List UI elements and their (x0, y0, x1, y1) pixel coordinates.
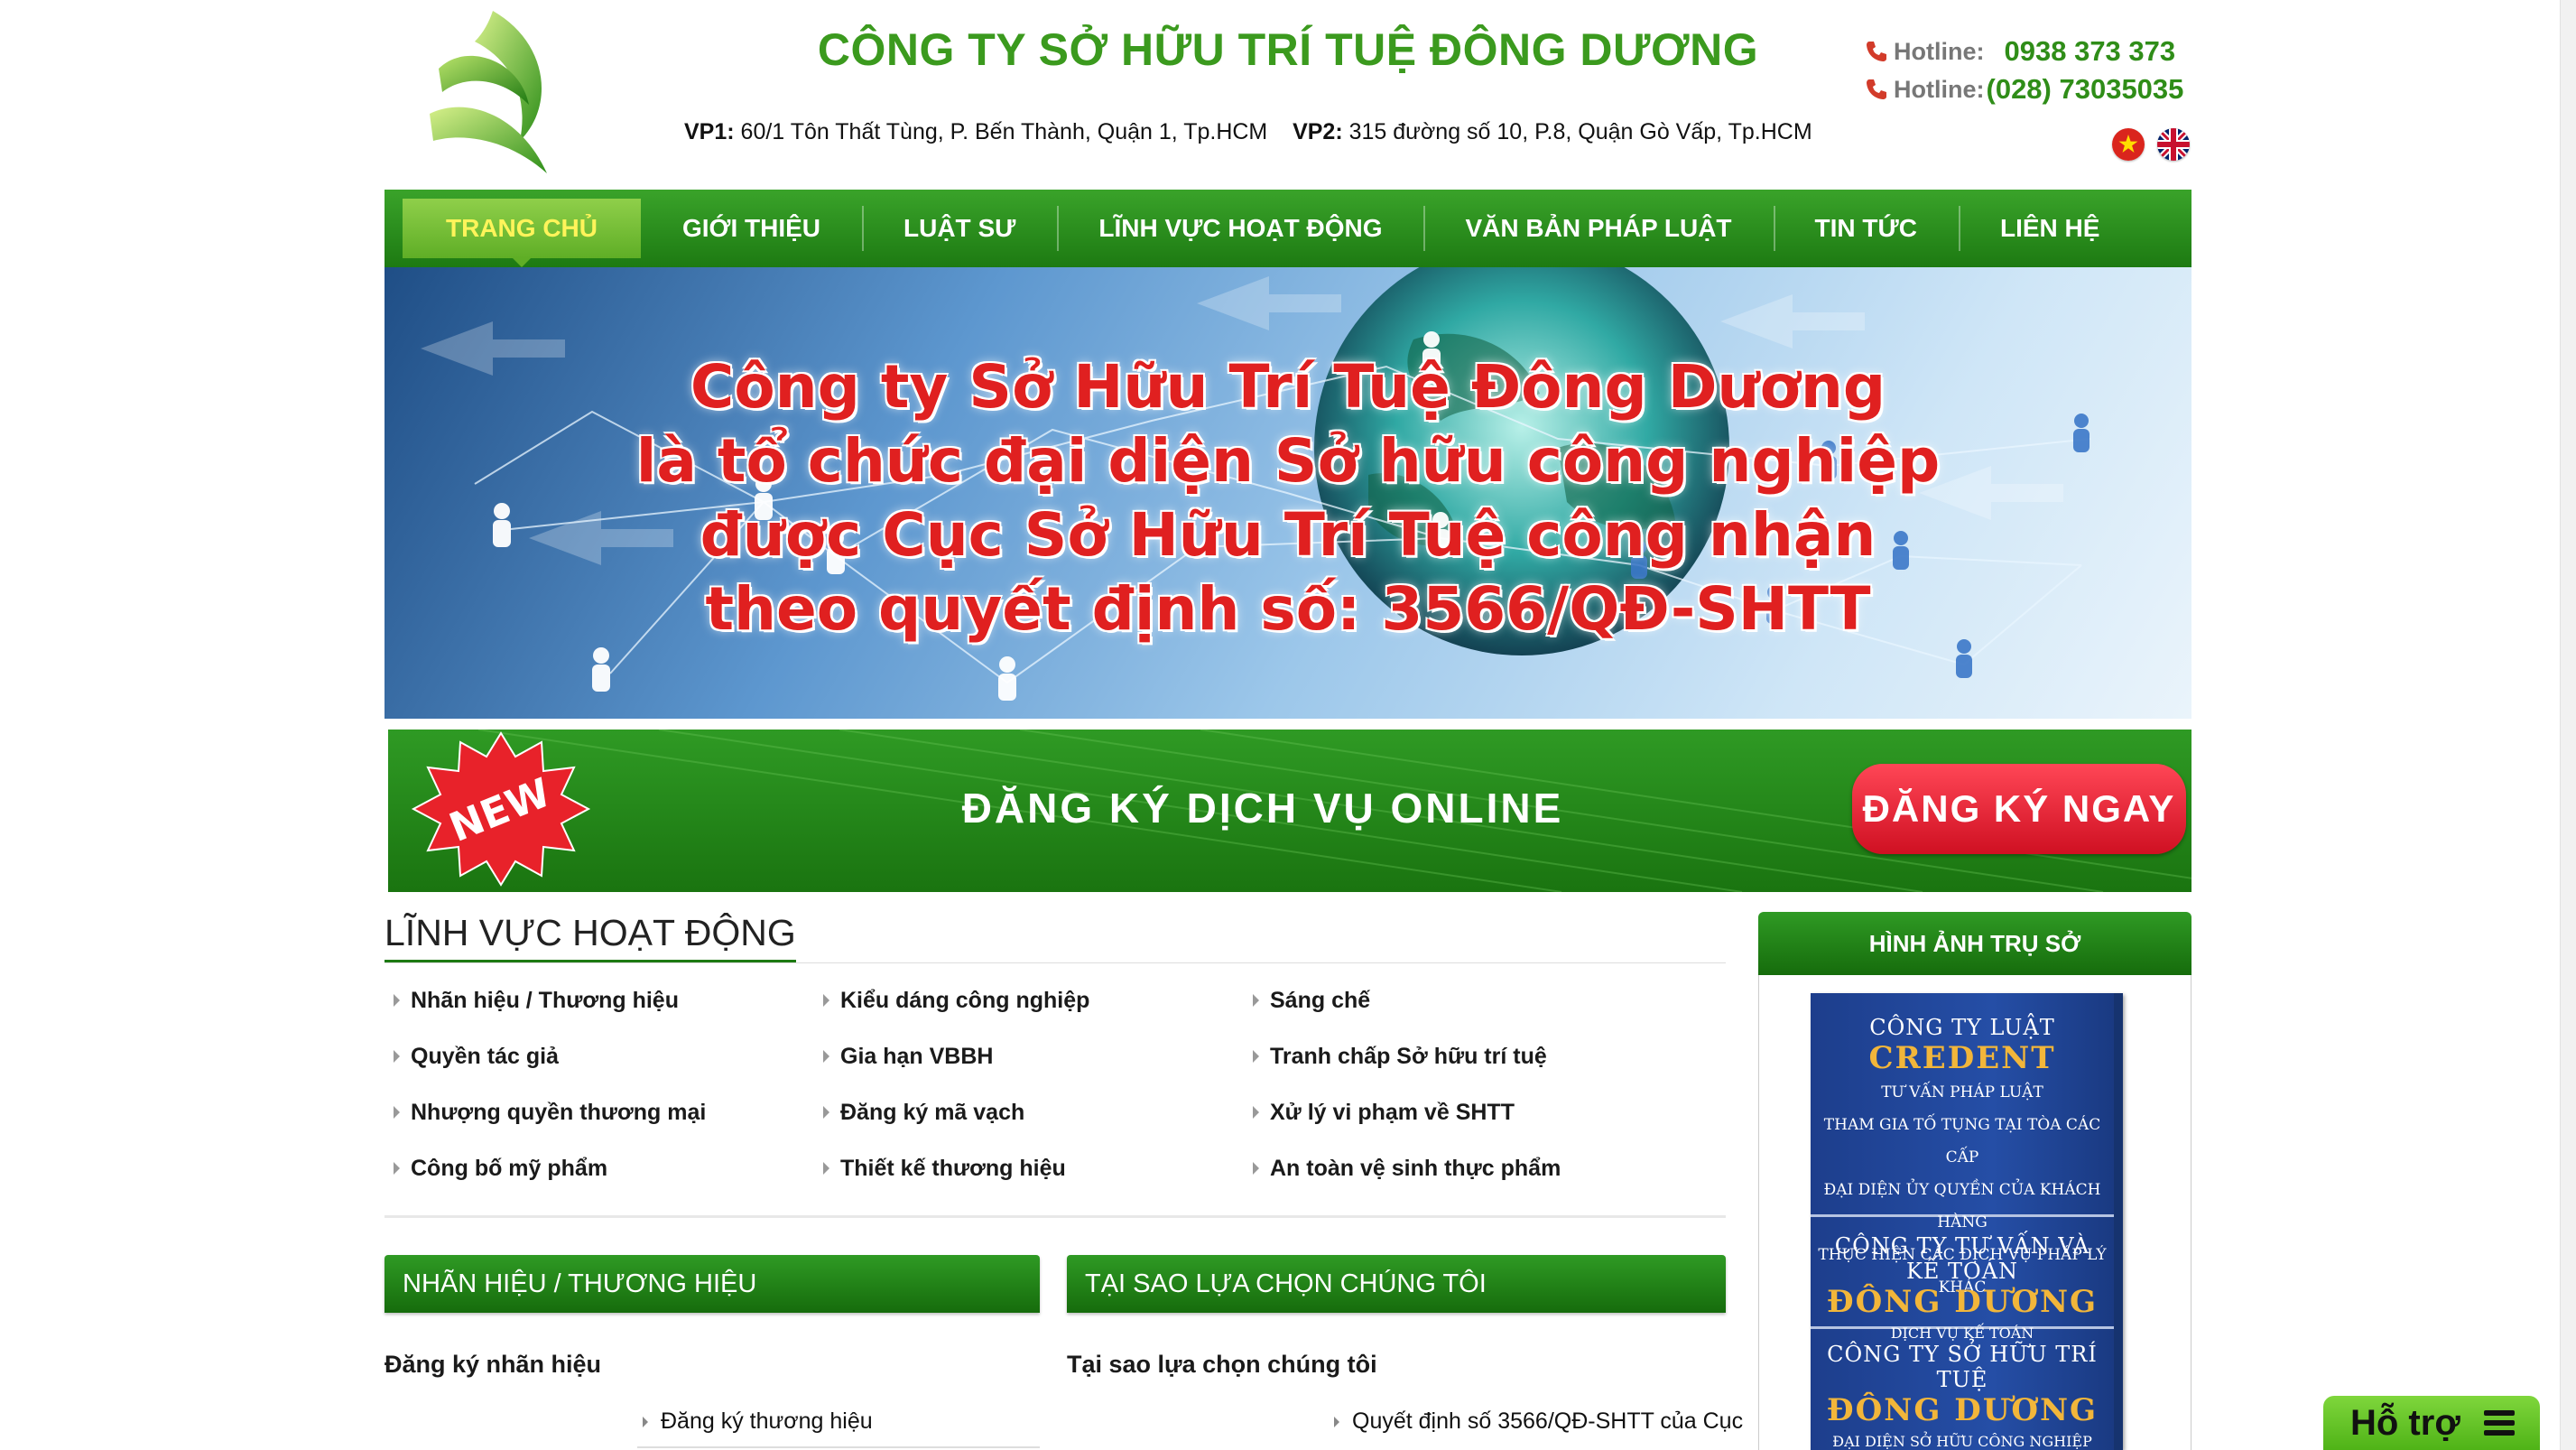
bullet-arrow-icon (823, 1162, 829, 1175)
practice-area-link[interactable]: An toàn vệ sinh thực phẩm (1244, 1154, 1673, 1183)
nav-item-home[interactable]: TRANG CHỦ (403, 199, 641, 267)
main-nav: TRANG CHỦ GIỚI THIỆU LUẬT SƯ LĨNH VỰC HO… (385, 190, 2191, 267)
bullet-arrow-icon (1253, 994, 1259, 1007)
board-section-accounting: CÔNG TY TƯ VẤN VÀ KẾ TOÁN ĐÔNG DƯƠNG DỊC… (1811, 1217, 2114, 1342)
nav-item-contact[interactable]: LIÊN HỆ (1958, 199, 2141, 258)
hotline-2[interactable]: Hotline: (028) 73035035 (1865, 70, 2183, 108)
office-addresses: VP1: 60/1 Tôn Thất Tùng, P. Bến Thành, Q… (684, 119, 1812, 145)
divider (385, 1215, 1726, 1218)
practice-area-link[interactable]: Đăng ký mã vạch (814, 1098, 1244, 1127)
practice-area-link[interactable]: Xử lý vi phạm về SHTT (1244, 1098, 1673, 1127)
bullet-arrow-icon (1253, 1162, 1259, 1175)
hotline-1[interactable]: Hotline: 0938 373 373 (1865, 33, 2183, 70)
vi-flag-icon[interactable] (2112, 128, 2145, 161)
hotline-label: Hotline: (1894, 75, 1985, 103)
nav-item-practice-areas[interactable]: LĨNH VỰC HOẠT ĐỘNG (1057, 199, 1423, 258)
bullet-arrow-icon (394, 994, 400, 1007)
bullet-arrow-icon (1253, 1050, 1259, 1063)
hamburger-menu-icon (2483, 1406, 2515, 1440)
hero-banner[interactable]: Công ty Sở Hữu Trí Tuệ Đông Dương là tổ … (385, 267, 2191, 719)
headquarters-photos-header: HÌNH ẢNH TRỤ SỞ (1758, 912, 2191, 975)
practice-area-link[interactable]: Thiết kế thương hiệu (814, 1154, 1244, 1183)
nav-item-lawyers[interactable]: LUẬT SƯ (862, 199, 1057, 258)
phone-icon (1867, 79, 1886, 99)
bullet-arrow-icon (394, 1162, 400, 1175)
trademark-box-link[interactable]: Đăng ký thương hiệu (643, 1408, 873, 1435)
hotline-label: Hotline: (1894, 37, 1985, 65)
language-switcher (2112, 128, 2190, 161)
practice-area-link[interactable]: Nhãn hiệu / Thương hiệu (385, 986, 814, 1015)
why-us-box-subtitle[interactable]: Tại sao lựa chọn chúng tôi (1067, 1351, 1377, 1379)
bullet-arrow-icon (394, 1106, 400, 1119)
banner-line-4: theo quyết định số: 3566/QĐ-SHTT (705, 574, 1871, 644)
bullet-arrow-icon (823, 994, 829, 1007)
vp2-address: 315 đường số 10, P.8, Quận Gò Vấp, Tp.HC… (1342, 119, 1812, 144)
banner-line-2: là tổ chức đại diện Sở hữu công nghiệp (635, 426, 1941, 496)
vp1-label: VP1: (684, 119, 735, 144)
nav-item-legal-documents[interactable]: VĂN BẢN PHÁP LUẬT (1423, 199, 1773, 258)
practice-areas-grid: Nhãn hiệu / Thương hiệu Kiểu dáng công n… (385, 986, 1675, 1183)
bullet-arrow-icon (823, 1106, 829, 1119)
vertical-scrollbar[interactable] (2560, 0, 2576, 1450)
banner-line-1: Công ty Sở Hữu Trí Tuệ Đông Dương (690, 352, 1886, 422)
online-registration-banner[interactable]: NEW ĐĂNG KÝ DỊCH VỤ ONLINE ĐĂNG KÝ NGAY (388, 730, 2191, 892)
headquarters-signboard[interactable]: CÔNG TY LUẬT CREDENT TƯ VẤN PHÁP LUẬT TH… (1811, 993, 2123, 1450)
practice-area-link[interactable]: Sáng chế (1244, 986, 1673, 1015)
bullet-arrow-icon (823, 1050, 829, 1063)
divider (385, 962, 1726, 963)
divider (637, 1446, 1040, 1448)
hotline-number[interactable]: 0938 373 373 (2005, 35, 2176, 68)
support-chat-button[interactable]: Hỗ trợ (2323, 1396, 2540, 1450)
page: CÔNG TY SỞ HỮU TRÍ TUỆ ĐÔNG DƯƠNG VP1: 6… (0, 0, 2576, 1450)
board-section-credent: CÔNG TY LUẬT CREDENT TƯ VẤN PHÁP LUẬT TH… (1811, 993, 2114, 1297)
bullet-arrow-icon (643, 1416, 648, 1427)
register-now-button[interactable]: ĐĂNG KÝ NGAY (1852, 764, 2186, 854)
bullet-arrow-icon (1253, 1106, 1259, 1119)
trademark-box-subtitle[interactable]: Đăng ký nhãn hiệu (385, 1351, 601, 1379)
uk-flag-icon[interactable] (2157, 128, 2190, 161)
trademark-box-header[interactable]: NHÃN HIỆU / THƯƠNG HIỆU (385, 1255, 1040, 1313)
practice-area-link[interactable]: Gia hạn VBBH (814, 1042, 1244, 1071)
banner-headline: Công ty Sở Hữu Trí Tuệ Đông Dương là tổ … (385, 350, 2191, 646)
nav-item-news[interactable]: TIN TỨC (1773, 199, 1959, 258)
why-us-box-header[interactable]: TẠI SAO LỰA CHỌN CHÚNG TÔI (1067, 1255, 1726, 1313)
bullet-arrow-icon (1334, 1416, 1339, 1427)
vp2-label: VP2: (1293, 119, 1343, 144)
vp1-address: 60/1 Tôn Thất Tùng, P. Bến Thành, Quận 1… (734, 119, 1268, 144)
practice-area-link[interactable]: Kiểu dáng công nghiệp (814, 986, 1244, 1015)
support-label: Hỗ trợ (2350, 1402, 2460, 1443)
practice-area-link[interactable]: Tranh chấp Sở hữu trí tuệ (1244, 1042, 1673, 1071)
nav-item-about[interactable]: GIỚI THIỆU (641, 199, 862, 258)
bullet-arrow-icon (394, 1050, 400, 1063)
banner-line-3: được Cục Sở Hữu Trí Tuệ công nhận (700, 500, 1876, 570)
practice-area-link[interactable]: Nhượng quyền thương mại (385, 1098, 814, 1127)
phone-icon (1867, 42, 1886, 61)
practice-area-link[interactable]: Công bố mỹ phẩm (385, 1154, 814, 1183)
practice-area-link[interactable]: Quyền tác giả (385, 1042, 814, 1071)
board-section-ip: CÔNG TY SỞ HỮU TRÍ TUỆ ĐÔNG DƯƠNG ĐẠI DI… (1826, 1342, 2099, 1450)
hotlines: Hotline: 0938 373 373 Hotline: (028) 730… (1865, 33, 2183, 108)
practice-areas-title: LĨNH VỰC HOẠT ĐỘNG (385, 912, 796, 963)
why-us-box-link[interactable]: Quyết định số 3566/QĐ-SHTT của Cục (1334, 1408, 1743, 1435)
hotline-number[interactable]: (028) 73035035 (1987, 73, 2184, 106)
